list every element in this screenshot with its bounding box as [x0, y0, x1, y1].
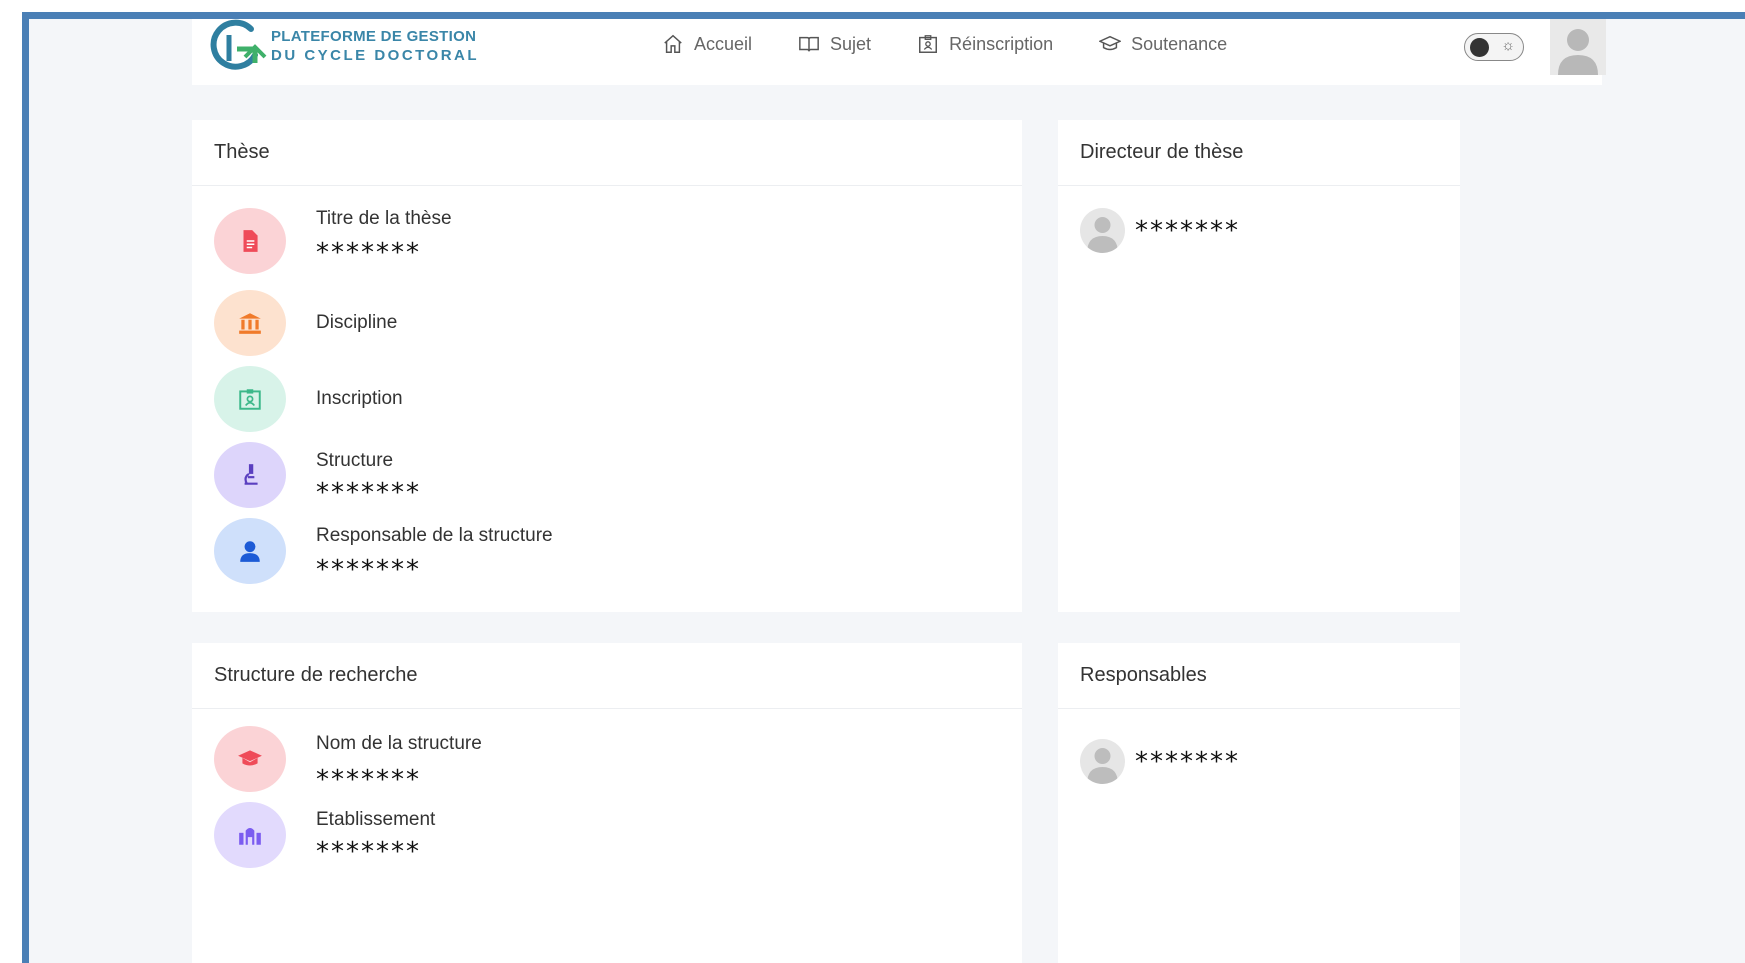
brand-line-2: DU CYCLE DOCTORAL — [271, 47, 480, 64]
item-label: Discipline — [316, 312, 398, 333]
id-card-icon — [214, 366, 286, 432]
home-icon — [664, 34, 682, 53]
responsables-card-title: Responsables — [1058, 643, 1460, 709]
nav-sujet-label: Sujet — [830, 33, 872, 54]
graduation-cap-icon — [214, 726, 286, 792]
item-value: ******* — [316, 837, 421, 867]
sun-icon: ☼ — [1501, 37, 1515, 54]
user-icon — [214, 518, 286, 584]
item-label: Nom de la structure — [316, 733, 482, 754]
directeur-card-title: Directeur de thèse — [1058, 120, 1460, 186]
page-content: PLATEFORME DE GESTION DU CYCLE DOCTORAL … — [29, 19, 1745, 963]
responsable-name: ******* — [1135, 746, 1240, 777]
graduation-cap-icon — [1099, 35, 1122, 51]
nav-reinscription[interactable]: Réinscription — [917, 33, 1053, 55]
directeur-card: Directeur de thèse ******* — [1058, 120, 1460, 612]
structure-recherche-card: Structure de recherche Nom de la structu… — [192, 643, 1022, 963]
main-nav: Accueil Sujet Réinscription Soutenance — [662, 33, 1273, 55]
document-icon — [214, 208, 286, 274]
directeur-person[interactable]: ******* — [1080, 208, 1240, 253]
building-icon — [214, 802, 286, 868]
nav-soutenance-label: Soutenance — [1131, 33, 1228, 54]
item-label: Responsable de la structure — [316, 525, 553, 546]
user-avatar-icon — [1550, 19, 1606, 75]
logo-emblem-icon — [210, 19, 267, 70]
nav-accueil-label: Accueil — [694, 33, 753, 54]
these-card-title: Thèse — [192, 120, 1022, 186]
item-label: Inscription — [316, 388, 403, 409]
item-value: ******* — [316, 765, 421, 795]
directeur-name: ******* — [1135, 215, 1240, 246]
responsables-card: Responsables ******* — [1058, 643, 1460, 963]
nav-reinscription-label: Réinscription — [949, 33, 1054, 54]
id-card-icon — [919, 35, 938, 53]
theme-toggle[interactable]: ☼ — [1464, 33, 1524, 61]
toggle-knob — [1470, 38, 1489, 57]
brand-logo[interactable]: PLATEFORME DE GESTION DU CYCLE DOCTORAL — [207, 19, 479, 75]
item-value: ******* — [316, 555, 421, 585]
microscope-icon — [214, 442, 286, 508]
structure-recherche-title: Structure de recherche — [192, 643, 1022, 709]
these-card: Thèse Titre de la thèse ******* Discipli… — [192, 120, 1022, 612]
item-value: ******* — [316, 238, 421, 268]
item-label: Etablissement — [316, 809, 436, 830]
window-top-border — [22, 12, 1745, 19]
book-icon — [799, 36, 819, 52]
window-left-border — [22, 12, 29, 963]
item-label: Structure — [316, 450, 394, 471]
person-avatar-icon — [1080, 208, 1125, 253]
item-label: Titre de la thèse — [316, 208, 452, 229]
institution-icon — [214, 290, 286, 356]
nav-soutenance[interactable]: Soutenance — [1099, 33, 1227, 55]
user-avatar[interactable] — [1550, 19, 1606, 75]
responsable-person[interactable]: ******* — [1080, 739, 1240, 784]
item-value: ******* — [316, 478, 421, 508]
nav-accueil[interactable]: Accueil — [662, 33, 752, 55]
top-navbar: PLATEFORME DE GESTION DU CYCLE DOCTORAL … — [192, 19, 1606, 85]
person-avatar-icon — [1080, 739, 1125, 784]
brand-line-1: PLATEFORME DE GESTION — [271, 28, 477, 46]
nav-sujet[interactable]: Sujet — [798, 33, 871, 55]
